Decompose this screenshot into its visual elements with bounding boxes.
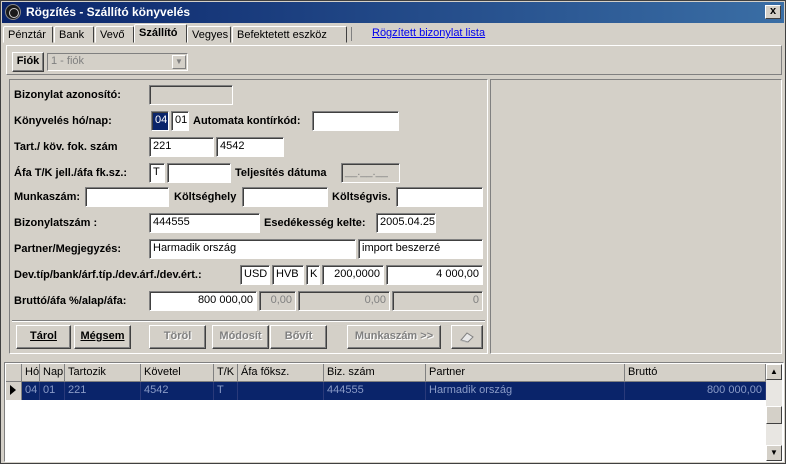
torol-button[interactable]: Töröl [149,325,206,349]
fiok-button[interactable]: Fiók [12,52,44,72]
bizonylat-azon-label: Bizonylat azonosító: [14,89,121,101]
automata-kontirkod-field[interactable] [312,111,399,131]
tab-bar: Pénztár Bank Vevő Szállító Vegyes Befekt… [3,24,785,43]
deviza-arfolyam-field[interactable]: 200,0000 [322,265,384,285]
tart-kov-label: Tart./ köv. fok. szám [14,141,118,153]
vertical-scrollbar[interactable]: ▲ ▼ [766,364,782,461]
bizonylatszam-field[interactable]: 444555 [149,213,260,233]
fiok-panel: Fiók 1 - fiók ▼ [6,45,782,75]
bizonylatszam-label: Bizonylatszám : [14,217,98,229]
row-indicator[interactable] [6,382,22,400]
table-cell-brutto[interactable]: 800 000,00 [625,382,766,400]
partner-field[interactable]: Harmadik ország [149,239,356,259]
app-icon [5,4,21,20]
afa-ertek-field: 0 [392,291,483,311]
deviza-label: Dev.típ/bank/árf.típ./dev.árf./dev.ért.: [14,269,202,281]
col-header-brutto[interactable]: Bruttó [625,364,766,382]
eraser-icon [460,332,474,343]
brutto-field[interactable]: 800 000,00 [149,291,257,311]
tab-szallito[interactable]: Szállító [134,24,187,43]
tartozik-field[interactable]: 221 [149,137,214,157]
munkaszam-field[interactable] [85,187,169,207]
scroll-up-button[interactable]: ▲ [766,364,782,380]
table-cell-tartozik[interactable]: 221 [65,382,141,400]
fiok-select-value: 1 - fiók [51,55,85,67]
deviza-bank-field[interactable]: HVB [272,265,304,285]
koltseghely-field[interactable] [242,187,328,207]
megsem-button[interactable]: Mégsem [74,325,131,349]
table-cell-ho[interactable]: 04 [22,382,40,400]
button-divider [12,320,485,322]
col-header-nap[interactable]: Nap [40,364,65,382]
col-header-kovetel[interactable]: Követel [141,364,214,382]
window-title: Rögzítés - Szállító könyvelés [26,5,191,19]
entry-form: Bizonylat azonosító: Könyvelés hó/nap: 0… [9,79,488,354]
entries-table[interactable]: Hó Nap Tartozik Követel T/K Áfa főksz. B… [4,362,784,462]
chevron-down-icon[interactable]: ▼ [172,55,186,69]
tarol-button[interactable]: Tárol [16,325,71,349]
konyveles-label: Könyvelés hó/nap: [14,115,112,127]
bizonylat-azon-field [149,85,233,105]
automata-kontirkod-label: Automata kontírkód: [193,115,301,127]
app-window: Rögzítés - Szállító könyvelés x Pénztár … [0,0,786,464]
koltsegvis-field[interactable] [396,187,483,207]
eraser-button[interactable] [451,325,483,349]
teljesites-datuma-field: __.__.__ [341,163,400,183]
teljesites-datuma-label: Teljesítés dátuma [235,167,327,179]
right-panel [490,79,782,354]
rogzitett-bizonylat-lista-link[interactable]: Rögzített bizonylat lista [372,27,485,39]
koltsegvis-label: Költségvis. [332,191,391,203]
konyveles-ho-field[interactable]: 04 [151,111,169,131]
afa-tk-label: Áfa T/K jell./áfa fk.sz.: [14,167,128,179]
scroll-down-button[interactable]: ▼ [766,445,782,461]
table-cell-nap[interactable]: 01 [40,382,65,400]
esedekesseg-label: Esedékesség kelte: [264,217,366,229]
tab-separator [351,27,352,41]
fiok-select[interactable]: 1 - fiók ▼ [47,53,188,71]
brutto-afa-label: Bruttó/áfa %/alap/áfa: [14,295,127,307]
afa-alap-field: 0,00 [298,291,390,311]
col-header-biz-szam[interactable]: Biz. szám [324,364,426,382]
koltseghely-label: Költséghely [174,191,237,203]
bovit-button[interactable]: Bővít [270,325,327,349]
munkaszam-button[interactable]: Munkaszám >> [347,325,441,349]
partner-label: Partner/Megjegyzés: [14,243,121,255]
scroll-thumb[interactable] [766,406,782,424]
afa-fksz-field[interactable] [167,163,231,183]
tab-vegyes[interactable]: Vegyes [187,26,231,43]
table-cell-partner[interactable]: Harmadik ország [426,382,625,400]
col-header-ho[interactable]: Hó [22,364,40,382]
close-button[interactable]: x [765,5,781,19]
deviza-ertek-field[interactable]: 4 000,00 [386,265,483,285]
col-header-afa-foksz[interactable]: Áfa főksz. [238,364,324,382]
tab-befektetett-eszkoz[interactable]: Befektetett eszköz [232,26,347,43]
megjegyzes-field[interactable]: import beszerzé [358,239,483,259]
title-bar: Rögzítés - Szállító könyvelés x [2,2,784,23]
row-indicator-header [6,364,22,382]
modosit-button[interactable]: Módosít [212,325,269,349]
table-cell-kovetel[interactable]: 4542 [141,382,214,400]
deviza-tipus-field[interactable]: USD [240,265,270,285]
tab-bank[interactable]: Bank [54,26,94,43]
col-header-partner[interactable]: Partner [426,364,625,382]
table-cell-biz-szam[interactable]: 444555 [324,382,426,400]
arfolyam-tipus-field[interactable]: K [306,265,320,285]
afa-szazalek-field: 0,00 [259,291,296,311]
munkaszam-label: Munkaszám: [14,191,81,203]
col-header-tk[interactable]: T/K [214,364,238,382]
table-cell-afa-foksz[interactable] [238,382,324,400]
konyveles-nap-field[interactable]: 01 [171,111,189,131]
esedekesseg-field[interactable]: 2005.04.25 [376,213,436,233]
kovetel-field[interactable]: 4542 [216,137,284,157]
tab-penztar[interactable]: Pénztár [3,26,53,43]
afa-tk-field[interactable]: T [149,163,165,183]
tab-vevo[interactable]: Vevő [95,26,134,43]
table-cell-tk[interactable]: T [214,382,238,400]
col-header-tartozik[interactable]: Tartozik [65,364,141,382]
current-row-arrow-icon [10,385,16,395]
